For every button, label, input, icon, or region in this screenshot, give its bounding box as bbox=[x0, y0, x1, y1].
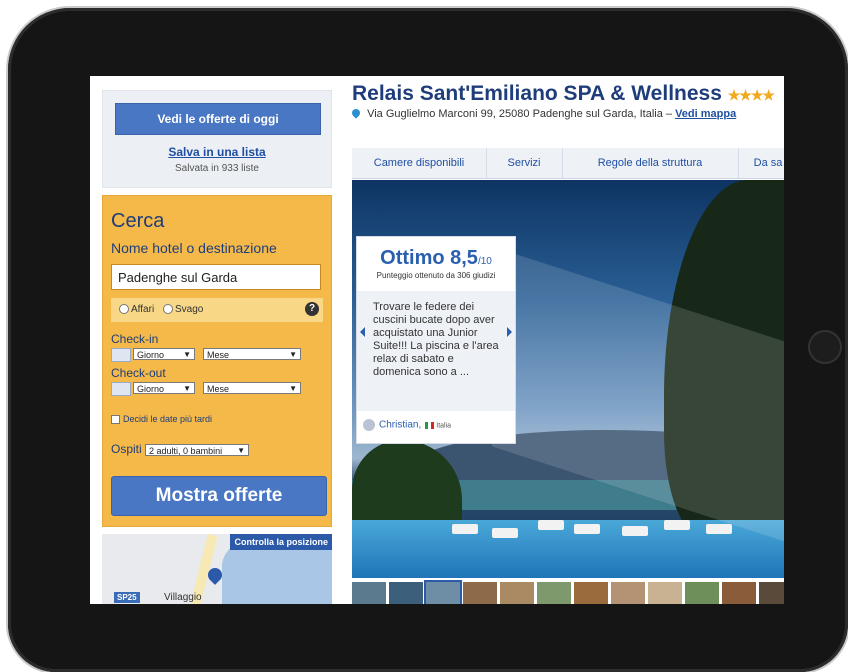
help-icon[interactable]: ? bbox=[305, 302, 319, 316]
score-max: /10 bbox=[477, 256, 492, 267]
photo-thumbnail[interactable] bbox=[685, 582, 719, 604]
location-map[interactable]: Controlla la posizione SP25 Villaggio bbox=[102, 534, 332, 604]
browser-screen: Vedi le offerte di oggi Salva in una lis… bbox=[90, 76, 784, 604]
save-box: Vedi le offerte di oggi Salva in una lis… bbox=[102, 90, 332, 188]
check-position-button[interactable]: Controlla la posizione bbox=[230, 534, 332, 550]
decide-later-option[interactable]: Decidi le date più tardi bbox=[111, 414, 213, 425]
review-score: Ottimo 8,5/10 bbox=[357, 247, 515, 270]
location-pin-icon bbox=[350, 107, 362, 119]
guests-label: Ospiti bbox=[111, 442, 142, 456]
review-card: Ottimo 8,5/10 Punteggio ottenuto da 306 … bbox=[356, 236, 516, 444]
next-review-icon[interactable] bbox=[507, 327, 512, 337]
radio-icon[interactable] bbox=[163, 304, 173, 315]
chevron-down-icon: ▼ bbox=[183, 350, 191, 359]
checkbox-icon[interactable] bbox=[111, 415, 120, 425]
review-count: Punteggio ottenuto da 306 giudizi bbox=[376, 271, 496, 280]
photo-thumbnail[interactable] bbox=[500, 582, 534, 604]
photo-sunbed bbox=[492, 528, 518, 538]
purpose-business[interactable]: Affari bbox=[119, 304, 154, 315]
purpose-leisure[interactable]: Svago bbox=[163, 304, 203, 315]
guests-value: 2 adulti, 0 bambini bbox=[149, 445, 223, 456]
review-quote: Trovare le federe dei cuscini bucate dop… bbox=[373, 301, 499, 378]
todays-deals-button[interactable]: Vedi le offerte di oggi bbox=[115, 103, 321, 135]
tab-services[interactable]: Servizi bbox=[486, 148, 563, 178]
photo-sunbed bbox=[538, 520, 564, 530]
tab-available-rooms[interactable]: Camere disponibili bbox=[352, 148, 487, 178]
view-map-link[interactable]: Vedi mappa bbox=[675, 108, 736, 120]
reviewer-name: Christian, bbox=[379, 419, 422, 431]
purpose-leisure-label: Svago bbox=[175, 304, 204, 315]
checkout-day-select[interactable]: Giorno ▼ bbox=[133, 382, 195, 394]
trip-purpose: Affari Svago ? bbox=[111, 298, 323, 322]
hotel-name-text: Relais Sant'Emiliano SPA & Wellness bbox=[352, 82, 722, 105]
checkin-month-select[interactable]: Mese ▼ bbox=[203, 348, 301, 360]
destination-label: Nome hotel o destinazione bbox=[111, 240, 277, 256]
checkin-day-select[interactable]: Giorno ▼ bbox=[133, 348, 195, 360]
score-label: Ottimo 8,5 bbox=[380, 247, 478, 269]
address-text: Via Guglielmo Marconi 99, 25080 Padenghe… bbox=[367, 108, 672, 120]
chevron-down-icon: ▼ bbox=[289, 350, 297, 359]
left-column: Vedi le offerte di oggi Salva in una lis… bbox=[102, 90, 332, 604]
photo-thumbnail[interactable] bbox=[463, 582, 497, 604]
road-badge: SP25 bbox=[114, 592, 140, 603]
hotel-tabs: Camere disponibili Servizi Regole della … bbox=[352, 148, 784, 179]
star-rating-icon: ★★★★ bbox=[727, 87, 775, 103]
radio-icon[interactable] bbox=[119, 304, 129, 315]
checkin-day-value: Giorno bbox=[137, 350, 165, 360]
photo-thumbnail[interactable] bbox=[389, 582, 423, 604]
show-offers-button[interactable]: Mostra offerte bbox=[111, 476, 327, 516]
photo-sunbed bbox=[664, 520, 690, 530]
photo-thumbnail[interactable] bbox=[574, 582, 608, 604]
photo-sunbed bbox=[706, 524, 732, 534]
photo-thumbnail[interactable] bbox=[424, 580, 462, 604]
review-quote-box: Trovare le federe dei cuscini bucate dop… bbox=[357, 291, 515, 411]
previous-review-icon[interactable] bbox=[360, 327, 365, 337]
chevron-down-icon: ▼ bbox=[237, 445, 246, 455]
checkout-day-value: Giorno bbox=[137, 384, 165, 394]
tab-property-rules[interactable]: Regole della struttura bbox=[562, 148, 739, 178]
checkout-label: Check-out bbox=[111, 366, 166, 380]
purpose-business-label: Affari bbox=[131, 304, 155, 315]
map-place-label: Villaggio bbox=[164, 592, 202, 603]
photo-thumbnail[interactable] bbox=[759, 582, 784, 604]
guests-row: Ospiti 2 adulti, 0 bambini ▼ bbox=[111, 442, 250, 456]
search-panel: Cerca Nome hotel o destinazione Padenghe… bbox=[102, 195, 332, 527]
calendar-icon[interactable] bbox=[111, 348, 131, 362]
search-title: Cerca bbox=[111, 210, 165, 232]
photo-thumbnails bbox=[352, 580, 784, 604]
photo-sunbed bbox=[574, 524, 600, 534]
hotel-name: Relais Sant'Emiliano SPA & Wellness ★★★★ bbox=[352, 82, 775, 106]
checkin-month-value: Mese bbox=[207, 350, 230, 360]
checkout-month-select[interactable]: Mese ▼ bbox=[203, 382, 301, 394]
photo-thumbnail[interactable] bbox=[722, 582, 756, 604]
destination-input[interactable]: Padenghe sul Garda bbox=[111, 264, 321, 290]
calendar-icon[interactable] bbox=[111, 382, 131, 396]
italy-flag-icon bbox=[425, 421, 435, 429]
avatar-icon bbox=[363, 419, 375, 431]
reviewer-country: Italia bbox=[436, 422, 452, 430]
decide-later-label: Decidi le date più tardi bbox=[123, 414, 213, 424]
saved-count: Salvata in 933 liste bbox=[175, 163, 259, 174]
photo-sunbed bbox=[452, 524, 478, 534]
photo-thumbnail[interactable] bbox=[648, 582, 682, 604]
photo-thumbnail[interactable] bbox=[352, 582, 386, 604]
checkout-month-value: Mese bbox=[207, 384, 230, 394]
chevron-down-icon: ▼ bbox=[289, 384, 297, 393]
photo-sunbed bbox=[622, 526, 648, 536]
reviewer: Christian, Italia bbox=[363, 419, 451, 431]
guests-select[interactable]: 2 adulti, 0 bambini ▼ bbox=[145, 443, 250, 456]
photo-thumbnail[interactable] bbox=[611, 582, 645, 604]
photo-thumbnail[interactable] bbox=[537, 582, 571, 604]
home-button[interactable] bbox=[808, 330, 842, 364]
hotel-address: Via Guglielmo Marconi 99, 25080 Padenghe… bbox=[350, 107, 736, 120]
checkin-label: Check-in bbox=[111, 332, 159, 346]
tab-more[interactable]: Da sa bbox=[738, 148, 784, 178]
save-to-list-link[interactable]: Salva in una lista bbox=[103, 145, 331, 159]
chevron-down-icon: ▼ bbox=[183, 384, 191, 393]
